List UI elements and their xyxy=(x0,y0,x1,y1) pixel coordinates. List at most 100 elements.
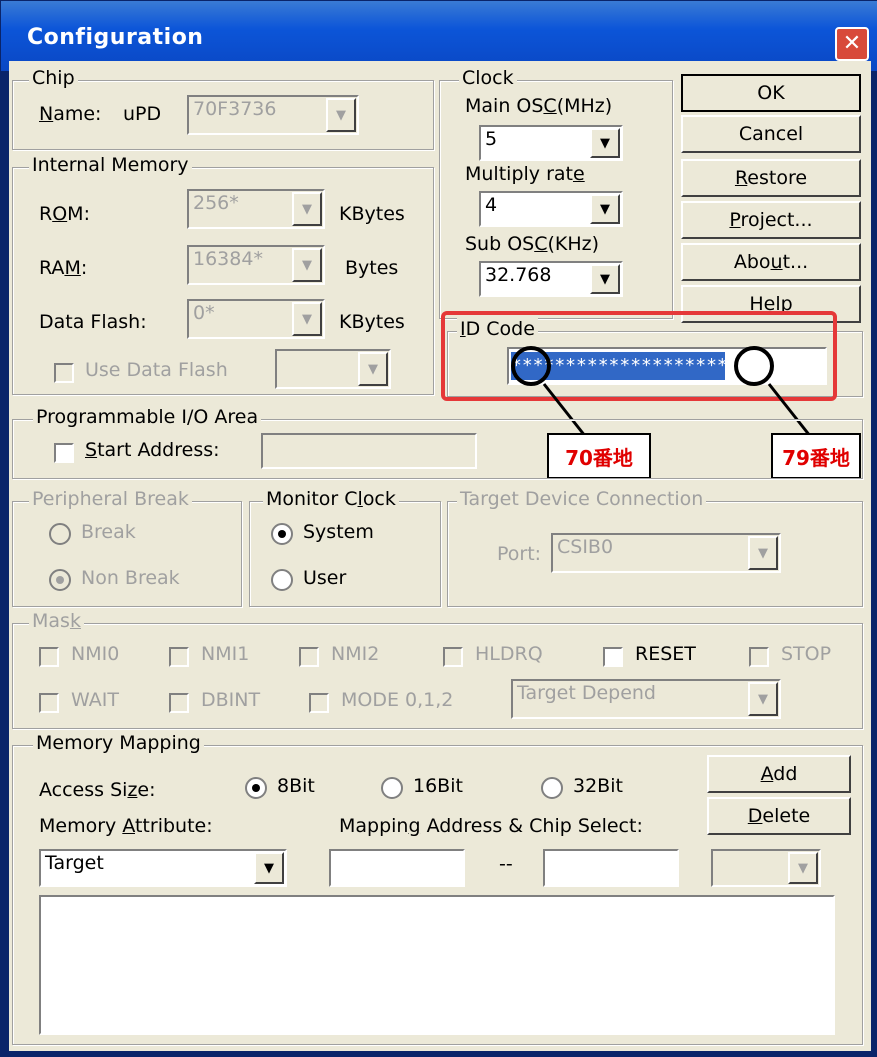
chip-group-label: Chip xyxy=(29,67,78,89)
use-data-flash-checkbox[interactable] xyxy=(54,363,74,383)
access-8bit-label: 8Bit xyxy=(277,775,315,797)
mapping-start-input[interactable] xyxy=(329,849,465,887)
about-button[interactable]: About... xyxy=(681,243,861,281)
multiply-label: Multiply rate xyxy=(465,163,585,185)
close-button[interactable]: ✕ xyxy=(835,27,869,61)
reset-checkbox[interactable] xyxy=(603,647,623,667)
dbint-label: DBINT xyxy=(201,689,261,711)
cancel-button-label: Cancel xyxy=(738,123,804,145)
chevron-down-icon: ▼ xyxy=(748,682,778,716)
ok-button-label: OK xyxy=(757,82,785,104)
chevron-down-icon: ▼ xyxy=(748,536,778,570)
break-label: Break xyxy=(81,521,136,543)
multiply-value: 4 xyxy=(485,194,498,216)
restore-button-label: Restore xyxy=(734,167,808,189)
internal-memory-group-label: Internal Memory xyxy=(29,154,192,176)
window-title: Configuration xyxy=(27,25,204,50)
ok-button[interactable]: OK xyxy=(681,74,861,112)
rom-value: 256* xyxy=(193,192,239,214)
wait-checkbox[interactable] xyxy=(39,693,59,713)
memory-mapping-list[interactable] xyxy=(39,895,835,1035)
chip-name-combo[interactable]: 70F3736 ▼ xyxy=(187,95,359,135)
mask-group-label: Mask xyxy=(29,610,84,632)
dialog-client: Chip Name: uPD 70F3736 ▼ Internal Memory… xyxy=(9,61,871,1051)
access-32bit-radio[interactable] xyxy=(541,777,563,799)
add-button[interactable]: Add xyxy=(707,755,851,793)
clock-group-label: Clock xyxy=(459,67,517,89)
dbint-checkbox[interactable] xyxy=(169,693,189,713)
delete-button-label: Delete xyxy=(747,805,811,827)
range-separator: -- xyxy=(499,853,513,875)
target-depend-value: Target Depend xyxy=(517,682,656,704)
restore-button[interactable]: Restore xyxy=(681,159,861,197)
start-address-label: Start Address: xyxy=(85,439,220,461)
access-size-label: Access Size: xyxy=(39,779,156,801)
use-data-flash-label: Use Data Flash xyxy=(85,359,228,381)
mapping-end-input[interactable] xyxy=(543,849,679,887)
nmi0-checkbox[interactable] xyxy=(39,647,59,667)
port-label: Port: xyxy=(497,543,542,565)
peripheral-break-group xyxy=(12,501,242,607)
mapping-address-label: Mapping Address & Chip Select: xyxy=(339,815,643,837)
memory-attribute-combo[interactable]: Target ▼ xyxy=(39,849,287,887)
dataflash-label: Data Flash: xyxy=(39,311,147,333)
peripheral-break-group-label: Peripheral Break xyxy=(29,488,192,510)
chip-select-combo[interactable]: ▼ xyxy=(711,849,821,887)
multiply-combo[interactable]: 4 ▼ xyxy=(479,191,623,227)
hldrq-checkbox[interactable] xyxy=(443,647,463,667)
non-break-radio[interactable] xyxy=(49,569,71,591)
nmi0-label: NMI0 xyxy=(71,643,120,665)
cancel-button[interactable]: Cancel xyxy=(681,115,861,153)
memory-attribute-value: Target xyxy=(45,852,104,874)
chip-name-value: 70F3736 xyxy=(193,98,277,120)
nmi2-label: NMI2 xyxy=(331,643,380,665)
nmi1-checkbox[interactable] xyxy=(169,647,189,667)
monitor-clock-group xyxy=(249,501,441,607)
close-icon: ✕ xyxy=(842,31,862,56)
stop-label: STOP xyxy=(781,643,832,665)
mode-checkbox[interactable] xyxy=(309,693,329,713)
start-address-checkbox[interactable] xyxy=(54,443,74,463)
reset-label: RESET xyxy=(635,643,696,665)
chevron-down-icon: ▼ xyxy=(788,852,818,884)
ram-unit: Bytes xyxy=(345,257,399,279)
chevron-down-icon: ▼ xyxy=(590,128,620,158)
memory-attribute-label: Memory Attribute: xyxy=(39,815,213,837)
system-label: System xyxy=(303,521,374,543)
project-button[interactable]: Project... xyxy=(681,201,861,239)
monitor-clock-group-label: Monitor Clock xyxy=(263,488,399,510)
chevron-down-icon: ▼ xyxy=(358,352,388,386)
break-radio[interactable] xyxy=(49,523,71,545)
main-osc-combo[interactable]: 5 ▼ xyxy=(479,125,623,161)
stop-checkbox[interactable] xyxy=(749,647,769,667)
nmi2-checkbox[interactable] xyxy=(299,647,319,667)
ram-combo[interactable]: 16384* ▼ xyxy=(187,245,325,285)
chevron-down-icon: ▼ xyxy=(292,192,322,226)
target-device-group-label: Target Device Connection xyxy=(457,488,707,510)
delete-button[interactable]: Delete xyxy=(707,797,851,835)
access-8bit-radio[interactable] xyxy=(245,777,267,799)
main-osc-label: Main OSC(MHz) xyxy=(465,95,613,117)
rom-unit: KBytes xyxy=(339,203,405,225)
chevron-down-icon: ▼ xyxy=(590,194,620,224)
port-combo[interactable]: CSIB0 ▼ xyxy=(551,533,781,573)
system-radio[interactable] xyxy=(271,523,293,545)
dataflash-combo[interactable]: 0* ▼ xyxy=(187,299,325,339)
rom-combo[interactable]: 256* ▼ xyxy=(187,189,325,229)
use-data-flash-combo[interactable]: ▼ xyxy=(275,349,391,389)
chip-name-label: Name: xyxy=(39,103,102,125)
main-osc-value: 5 xyxy=(485,128,498,150)
user-label: User xyxy=(303,567,347,589)
chevron-down-icon: ▼ xyxy=(254,852,284,884)
ram-label: RAM: xyxy=(39,257,88,279)
hldrq-label: HLDRQ xyxy=(475,643,543,665)
chip-name-prefix: uPD xyxy=(123,103,162,125)
access-16bit-radio[interactable] xyxy=(381,777,403,799)
target-depend-combo[interactable]: Target Depend ▼ xyxy=(511,679,781,719)
sub-osc-combo[interactable]: 32.768 ▼ xyxy=(479,261,623,297)
rom-label: ROM: xyxy=(39,203,90,225)
user-radio[interactable] xyxy=(271,569,293,591)
dataflash-value: 0* xyxy=(193,302,215,324)
start-address-input[interactable] xyxy=(261,433,477,469)
port-value: CSIB0 xyxy=(557,536,614,558)
